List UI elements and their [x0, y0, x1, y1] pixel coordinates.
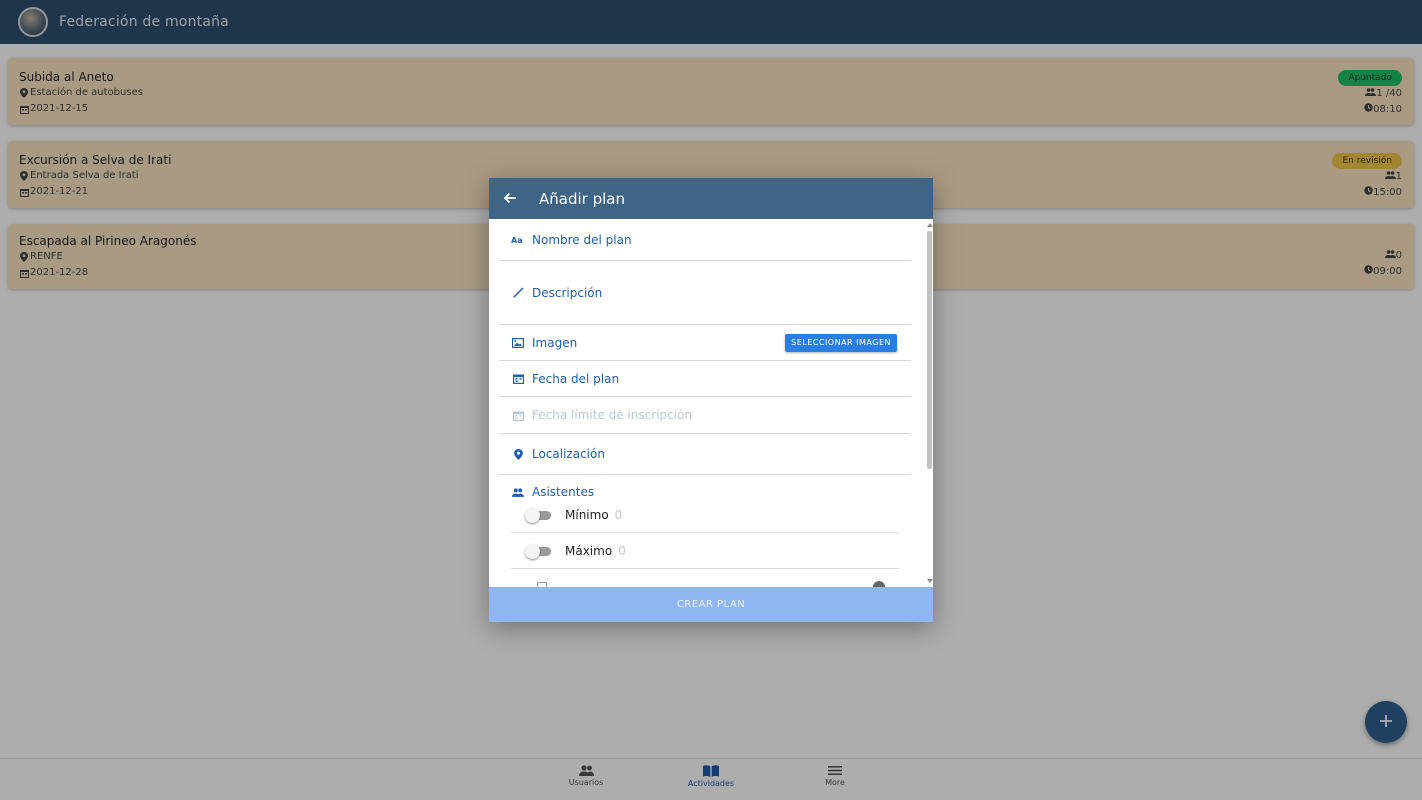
location-pin-icon: [509, 448, 527, 460]
scrollbar[interactable]: [926, 223, 933, 583]
maximum-label: Máximo: [565, 543, 613, 558]
pencil-icon: [509, 287, 527, 298]
plan-name-field[interactable]: Aa Nombre del plan: [499, 219, 911, 261]
select-image-button[interactable]: SELECCIONAR IMAGEN: [785, 334, 897, 352]
create-plan-button[interactable]: CREAR PLAN: [489, 587, 933, 622]
dialog-form: Aa Nombre del plan Descripción Imagen SE…: [489, 219, 933, 587]
maximum-attendees-row: Máximo 0: [511, 533, 899, 569]
minimum-attendees-row: Mínimo 0: [511, 497, 899, 533]
back-arrow-icon[interactable]: [503, 189, 517, 208]
text-format-icon: Aa: [509, 235, 527, 245]
create-plan-label: CREAR PLAN: [676, 599, 746, 610]
hidden-option-row: [511, 569, 899, 587]
image-field: Imagen SELECCIONAR IMAGEN: [499, 325, 911, 361]
location-label: Localización: [532, 447, 605, 461]
plan-date-label: Fecha del plan: [532, 371, 620, 386]
minimum-value[interactable]: 0: [615, 508, 623, 522]
calendar-icon: [509, 410, 527, 421]
dialog-header: Añadir plan: [489, 178, 933, 219]
calendar-icon: [509, 373, 527, 384]
dialog-title: Añadir plan: [539, 189, 625, 208]
people-icon: [509, 487, 527, 497]
plan-date-field[interactable]: Fecha del plan: [499, 361, 911, 397]
add-plan-dialog: Añadir plan Aa Nombre del plan Descripci…: [489, 178, 933, 622]
minimum-label: Mínimo: [565, 507, 609, 522]
minimum-toggle[interactable]: [525, 507, 551, 523]
description-label: Descripción: [532, 285, 603, 300]
plan-name-label: Nombre del plan: [532, 232, 632, 247]
deadline-field: Fecha límite de inscripción: [499, 397, 911, 434]
maximum-value[interactable]: 0: [618, 544, 626, 558]
image-label: Imagen: [532, 335, 578, 350]
description-field[interactable]: Descripción: [499, 261, 911, 325]
image-icon: [509, 337, 527, 348]
svg-text:Aa: Aa: [511, 236, 523, 245]
maximum-toggle[interactable]: [525, 543, 551, 559]
location-field[interactable]: Localización: [499, 434, 911, 475]
deadline-label: Fecha límite de inscripción: [532, 408, 692, 422]
